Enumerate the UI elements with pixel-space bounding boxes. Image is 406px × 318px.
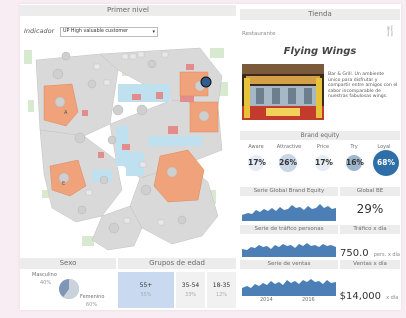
age-pct-35-54: 33% [184,292,197,298]
global-be-sparkline[interactable] [242,199,336,221]
sex-pie-chart[interactable] [58,278,80,300]
be-stage-label: Aware [248,144,264,150]
map-label-a: A [64,110,68,116]
traffic-header: Tráfico x día [340,225,400,234]
sex-header: Sexo [20,258,116,269]
traffic-sparkline[interactable] [242,237,336,257]
brand-equity-header: Brand equity [240,131,400,140]
sales-series-title: Serie de ventas [267,261,311,267]
selected-store-marker [200,76,212,88]
sales-header: Ventas x día [340,260,400,269]
be-stage-label: Price [316,144,330,150]
axis-year-2014: 2014 [260,297,273,303]
female-label: Femenino [80,294,105,300]
male-pct: 40% [40,280,52,286]
sales-sparkline[interactable] [242,272,336,296]
be-stage-label: Attractive [276,144,302,150]
indicator-label: Indicador [24,27,55,35]
sales-value-block: $14,000 x día [338,284,400,303]
age-label-55plus: 55+ [139,282,153,289]
be-circle-price[interactable]: 17% [315,155,333,171]
male-label: Masculino [32,272,57,278]
traffic-value: 750.0 [340,248,369,259]
brand-equity-title: Brand equity [300,132,340,139]
traffic-value-block: 750.0 pers. x día [340,241,400,260]
sales-unit: x día [386,295,399,301]
left-panel-header: Primer nivel [20,5,236,16]
sales-series-header: Serie de ventas [240,260,338,269]
traffic-series-header: Serie de tráfico personas [240,225,338,234]
sales-value: $14,000 [339,291,382,302]
global-be-series-title: Serie Global Brand Equity [253,188,325,194]
be-circle-attractive[interactable]: 26% [279,154,297,172]
be-value: 16% [346,158,364,167]
be-value: 17% [248,158,266,167]
traffic-series-title: Serie de tráfico personas [254,226,324,232]
store-panel-title: Tienda [308,10,332,18]
store-category: Restaurante [242,31,276,37]
traffic-unit: pers. x día [373,252,400,258]
be-stage-label: Try [350,144,358,150]
map-label-e: E [62,181,65,187]
indicator-dropdown[interactable]: UP High valuable customer ▾ [60,27,158,37]
be-circle-loyal[interactable]: 68% [373,150,399,176]
age-label-18-35: 18-35 [212,282,231,289]
be-value: 68% [377,158,395,167]
age-cell-18-35[interactable] [207,272,236,308]
dashboard-frame: Primer nivel Indicador UP High valuable … [20,4,401,310]
left-panel-title: Primer nivel [107,6,149,14]
age-label-35-54: 35-54 [181,282,200,289]
traffic-title: Tráfico x día [353,226,387,232]
age-pct-18-35: 12% [215,292,228,298]
be-value: 26% [279,158,297,167]
age-cell-35-54[interactable] [176,272,205,308]
global-be-series-header: Serie Global Brand Equity [240,187,338,196]
female-pct: 60% [86,302,98,308]
age-header: Grupos de edad [118,258,236,269]
global-be-title: Global BE [356,188,384,194]
age-title: Grupos de edad [149,259,205,267]
be-circle-aware[interactable]: 17% [248,155,266,171]
axis-year-2016: 2016 [302,297,315,303]
be-value: 17% [315,158,333,167]
chevron-down-icon: ▾ [152,29,155,35]
indicator-dropdown-value: UP High valuable customer [63,29,129,34]
sales-title: Ventas x día [353,261,387,267]
store-description: Bar & Grill. Un ambiente único para disf… [328,72,398,100]
store-name: Flying Wings [283,46,357,57]
store-header: Tienda [240,9,400,20]
sex-title: Sexo [59,259,77,267]
age-pct-55plus: 55% [140,292,152,298]
global-be-value: 29% [356,202,384,216]
global-be-header: Global BE [340,187,400,196]
floor-map[interactable]: A E [22,40,236,255]
fork-knife-icon: 🍴 [384,26,397,37]
store-photo [242,64,324,120]
be-circle-try[interactable]: 16% [346,155,364,171]
age-cell-55plus[interactable] [118,272,174,308]
